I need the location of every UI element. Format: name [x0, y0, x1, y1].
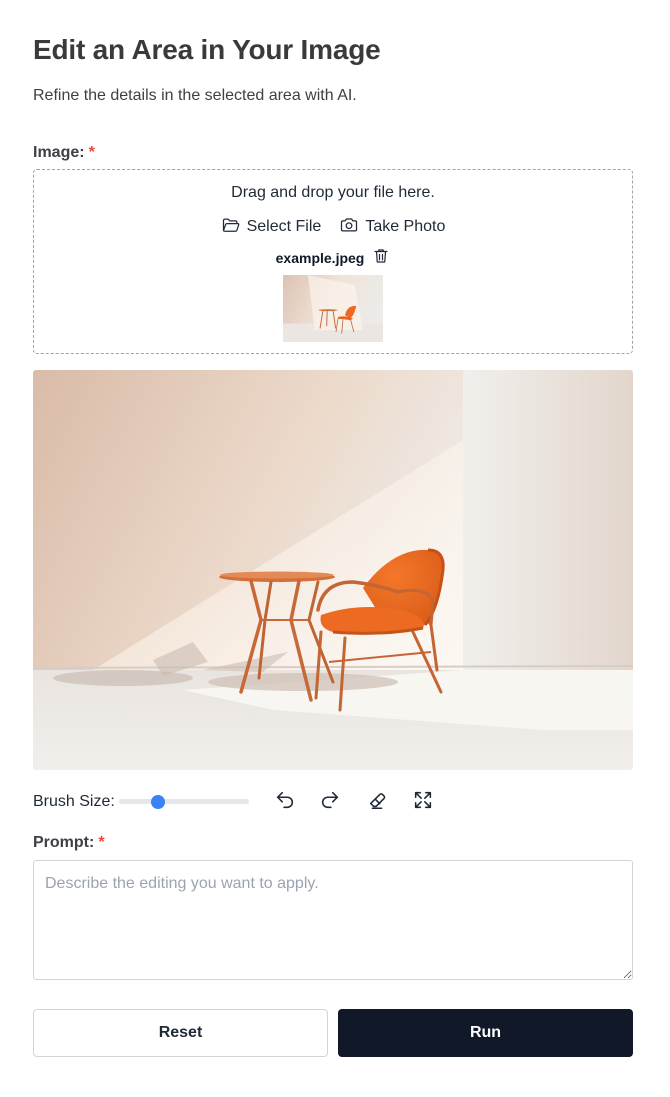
file-name: example.jpeg [275, 249, 365, 266]
prompt-label: Prompt: * [33, 834, 105, 852]
brush-size-label: Brush Size: [33, 793, 115, 810]
image-edit-canvas[interactable] [33, 370, 633, 770]
reset-button[interactable]: Reset [33, 1009, 328, 1057]
take-photo-button[interactable]: Take Photo [339, 216, 445, 238]
select-file-button[interactable]: Select File [221, 215, 322, 240]
page-title: Edit an Area in Your Image [33, 34, 381, 65]
undo-icon [274, 789, 296, 816]
eraser-button[interactable] [365, 790, 389, 814]
page-subtitle: Refine the details in the selected area … [33, 87, 357, 104]
redo-icon [319, 789, 341, 816]
slider-thumb[interactable] [150, 795, 165, 809]
take-photo-label: Take Photo [365, 218, 446, 235]
required-mark: * [88, 144, 95, 161]
trash-icon[interactable] [372, 247, 390, 268]
select-file-label: Select File [246, 218, 322, 235]
undo-button[interactable] [273, 790, 297, 814]
image-dropzone[interactable]: Drag and drop your file here. Select Fil… [33, 169, 633, 354]
uploaded-file: example.jpeg [34, 247, 632, 268]
run-button[interactable]: Run [338, 1009, 633, 1057]
image-label-text: Image: [33, 144, 85, 161]
redo-button[interactable] [318, 790, 342, 814]
camera-icon [339, 215, 359, 240]
brush-toolbar: Brush Size: [33, 790, 435, 814]
eraser-icon [366, 789, 388, 816]
folder-open-icon [221, 215, 241, 240]
image-label: Image: * [33, 144, 95, 162]
brush-size-slider[interactable] [118, 790, 249, 814]
expand-icon [412, 789, 434, 816]
dropzone-actions: Select File Take Photo [34, 216, 632, 238]
prompt-input[interactable] [33, 860, 633, 980]
required-mark: * [98, 834, 105, 851]
image-thumbnail [283, 275, 383, 342]
prompt-label-text: Prompt: [33, 834, 95, 851]
expand-button[interactable] [411, 790, 435, 814]
dropzone-text: Drag and drop your file here. [231, 184, 435, 201]
